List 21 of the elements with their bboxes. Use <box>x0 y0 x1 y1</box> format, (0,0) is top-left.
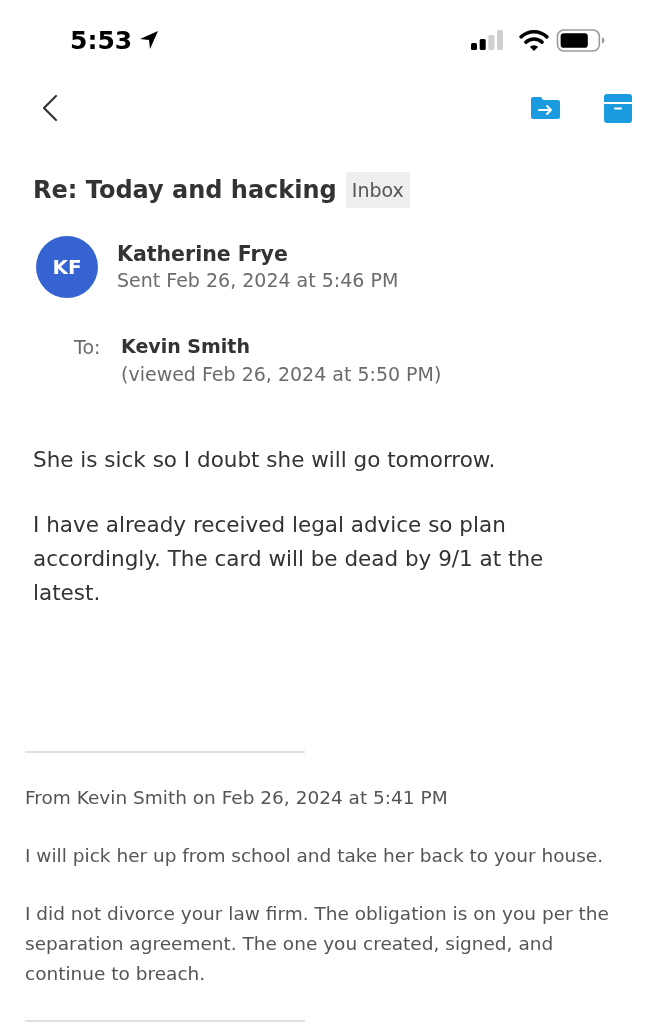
quoted-header: From Kevin Smith on Feb 26, 2024 at 5:41 PM <box>25 786 449 810</box>
quoted-paragraph: I did not divorce your law firm. The obligation is on you per the separation agreement. The one you created, signed, and continue to breach. <box>25 902 610 986</box>
viewed-date: (viewed Feb 26, 2024 at 5:50 PM) <box>121 362 442 387</box>
recipient-label: To: <box>74 335 102 360</box>
sender-name: Katherine Frye <box>117 241 288 267</box>
sent-date: Sent Feb 26, 2024 at 5:46 PM <box>117 268 399 293</box>
battery-icon <box>556 28 605 52</box>
status-time: 5:53 <box>70 25 133 55</box>
quoted-paragraph: I will pick her up from school and take her back to your house. <box>25 844 605 868</box>
email-subject: Re: Today and hacking <box>33 176 337 204</box>
archive-box-icon[interactable] <box>604 93 632 123</box>
signal-icon <box>471 30 503 50</box>
folder-arrow-icon[interactable] <box>531 97 560 119</box>
sender-avatar: KF <box>36 236 98 298</box>
location-arrow-icon <box>139 30 160 50</box>
recipient-name: Kevin Smith <box>121 334 250 359</box>
folder-tag: Inbox <box>345 172 410 208</box>
wifi-icon <box>519 29 549 51</box>
back-icon[interactable] <box>42 94 58 122</box>
message-paragraph: I have already received legal advice so plan accordingly. The card will be dead by 9/1 at the latest. <box>33 511 545 607</box>
message-paragraph: She is sick so I doubt she will go tomorrow. <box>33 446 497 474</box>
